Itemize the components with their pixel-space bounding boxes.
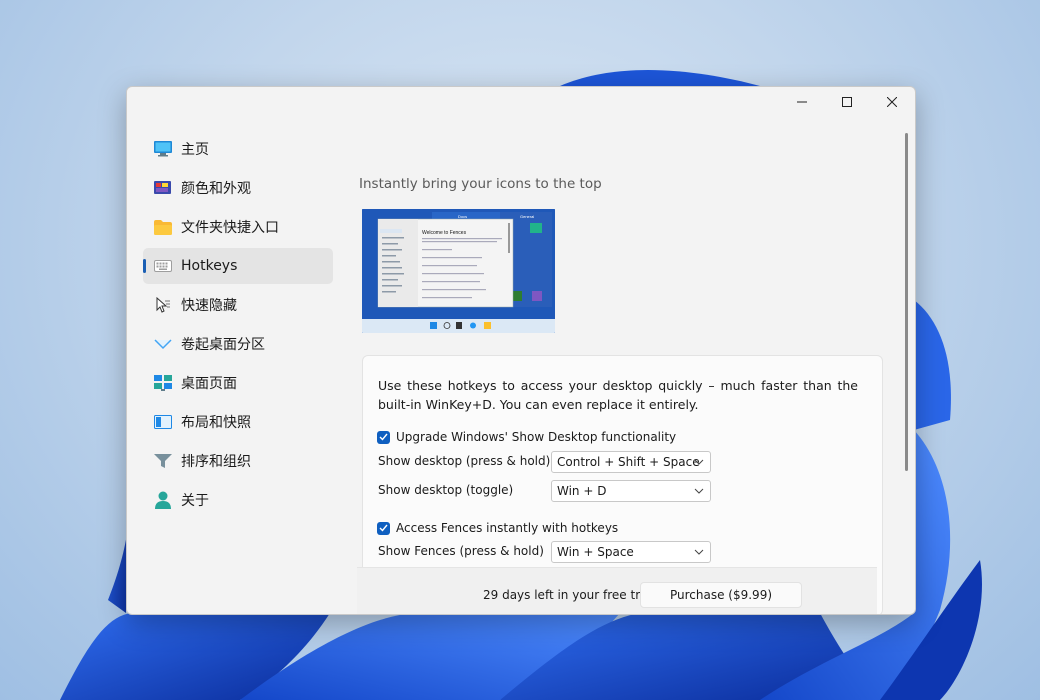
chevron-down-icon — [694, 459, 704, 465]
show-desktop-hold-value: Control + Shift + Space — [557, 455, 700, 469]
upgrade-show-desktop-checkbox[interactable] — [377, 430, 390, 444]
folder-icon — [153, 217, 173, 237]
sidebar-item-label: 卷起桌面分区 — [181, 337, 265, 353]
palette-icon — [153, 178, 173, 198]
access-fences-label: Access Fences instantly with hotkeys — [396, 521, 619, 535]
sidebar-item-about[interactable]: 关于 — [143, 482, 333, 518]
access-fences-row: Access Fences instantly with hotkeys — [377, 521, 618, 535]
sidebar-item-hotkeys[interactable]: Hotkeys — [143, 248, 333, 284]
rollup-icon — [153, 334, 173, 354]
hotkeys-description: Use these hotkeys to access your desktop… — [378, 378, 858, 412]
sidebar-item-label: 排序和组织 — [181, 454, 251, 470]
content-pane: Instantly bring your icons to the top Do… — [359, 87, 887, 614]
preview-title: Welcome to Fences — [422, 230, 467, 236]
keyboard-icon — [153, 256, 173, 276]
page-heading: Instantly bring your icons to the top — [359, 176, 602, 192]
cursor-icon — [153, 295, 173, 315]
show-fences-hold-select[interactable]: Win + Space — [551, 541, 711, 563]
sidebar-item-label: 布局和快照 — [181, 415, 251, 431]
layout-icon — [153, 412, 173, 432]
sidebar-item-label: 快速隐藏 — [181, 298, 237, 314]
sidebar-item-label: 文件夹快捷入口 — [181, 220, 279, 236]
preview-fence-label-2: General — [520, 214, 534, 219]
filter-icon — [153, 451, 173, 471]
sidebar-item-layouts[interactable]: 布局和快照 — [143, 404, 333, 440]
trial-status-text: 29 days left in your free tria — [483, 588, 651, 602]
chevron-down-icon — [694, 488, 704, 494]
sidebar-item-label: 桌面页面 — [181, 376, 237, 392]
checkmark-icon — [379, 433, 388, 441]
upgrade-show-desktop-label: Upgrade Windows' Show Desktop functional… — [396, 430, 677, 444]
vertical-scrollbar[interactable] — [905, 133, 908, 471]
sidebar-item-label: 关于 — [181, 493, 209, 509]
sidebar-item-desktop-pages[interactable]: 桌面页面 — [143, 365, 333, 401]
chevron-down-icon — [694, 549, 704, 555]
sidebar-item-home[interactable]: 主页 — [143, 131, 333, 167]
sidebar-item-sort-organize[interactable]: 排序和组织 — [143, 443, 333, 479]
upgrade-show-desktop-row: Upgrade Windows' Show Desktop functional… — [377, 430, 676, 444]
sidebar-item-rollup[interactable]: 卷起桌面分区 — [143, 326, 333, 362]
sidebar-item-label: Hotkeys — [181, 258, 238, 274]
show-desktop-toggle-label: Show desktop (toggle) — [378, 483, 514, 497]
show-fences-hold-label: Show Fences (press & hold) — [378, 544, 544, 558]
trial-footer: 29 days left in your free tria Purchase … — [357, 567, 877, 614]
purchase-button[interactable]: Purchase ($9.99) — [640, 582, 802, 608]
sidebar-nav: 主页 颜色和外观 文件夹快捷入口 Hotkeys 快速隐藏 卷起桌面分区 桌面页… — [143, 131, 333, 521]
sidebar-item-label: 颜色和外观 — [181, 181, 251, 197]
close-icon — [887, 97, 897, 107]
fences-settings-window: 主页 颜色和外观 文件夹快捷入口 Hotkeys 快速隐藏 卷起桌面分区 桌面页… — [126, 86, 916, 615]
show-desktop-hold-select[interactable]: Control + Shift + Space — [551, 451, 711, 473]
show-fences-hold-value: Win + Space — [557, 545, 634, 559]
checkmark-icon — [379, 524, 388, 532]
person-icon — [153, 490, 173, 510]
pages-icon — [153, 373, 173, 393]
show-desktop-hold-label: Show desktop (press & hold) — [378, 454, 551, 468]
sidebar-item-quick-hide[interactable]: 快速隐藏 — [143, 287, 333, 323]
hotkeys-preview-image: Docs General Welcome to Fences — [362, 209, 555, 333]
sidebar-item-colors[interactable]: 颜色和外观 — [143, 170, 333, 206]
show-desktop-toggle-value: Win + D — [557, 484, 607, 498]
preview-fence-label-1: Docs — [458, 214, 467, 219]
access-fences-checkbox[interactable] — [377, 521, 390, 535]
monitor-icon — [153, 139, 173, 159]
show-desktop-toggle-select[interactable]: Win + D — [551, 480, 711, 502]
sidebar-item-folder-portals[interactable]: 文件夹快捷入口 — [143, 209, 333, 245]
sidebar-item-label: 主页 — [181, 142, 209, 158]
